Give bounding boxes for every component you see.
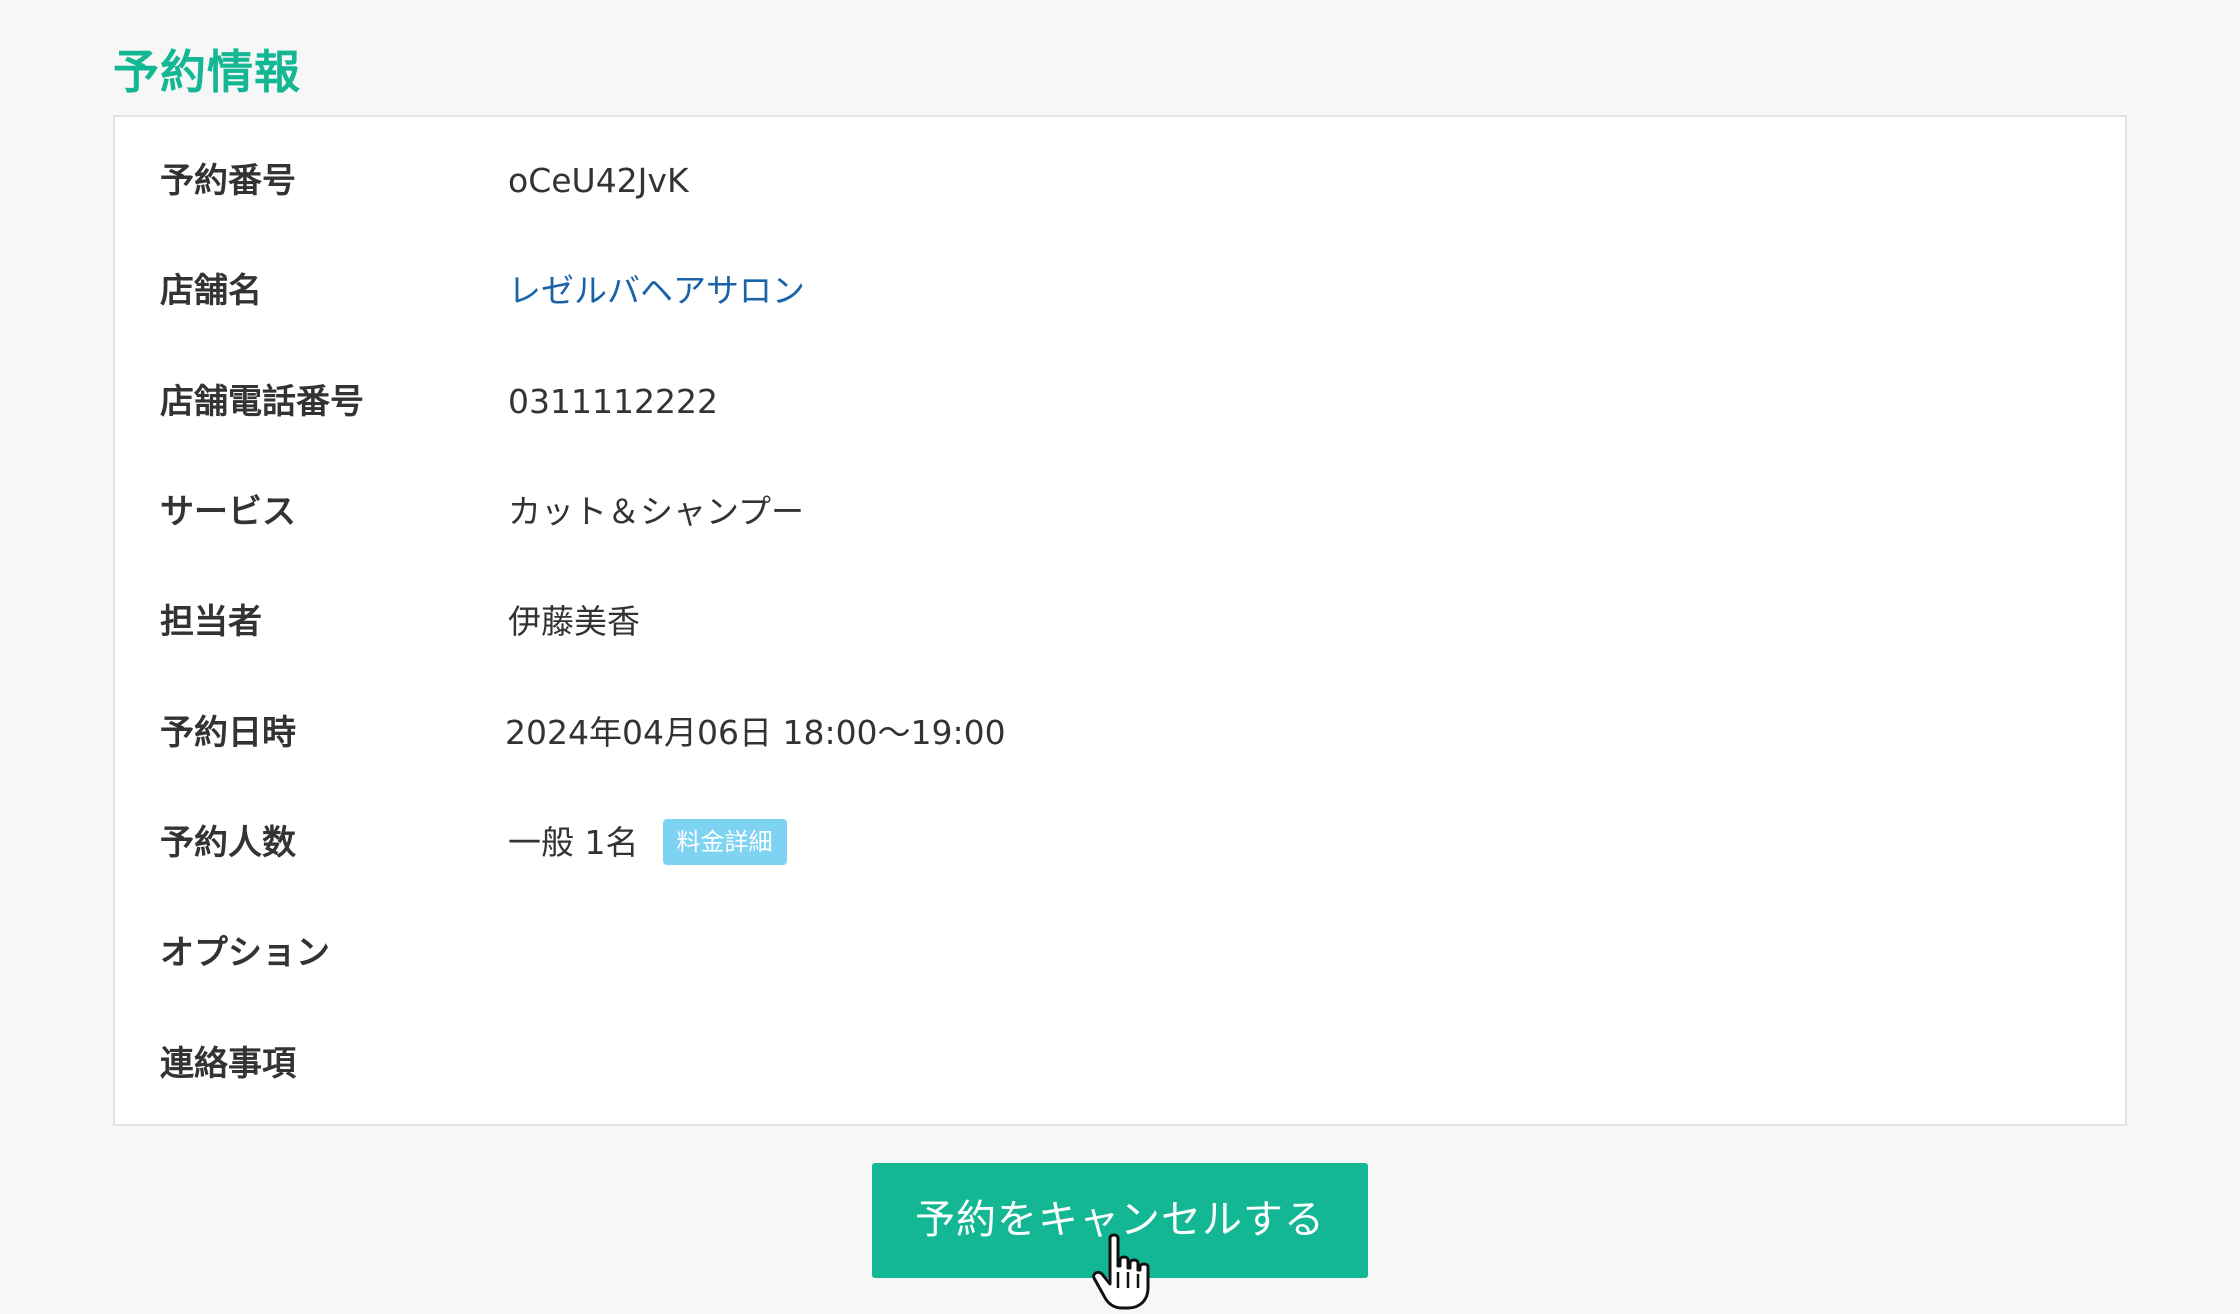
hand-pointer-icon — [1092, 1233, 1150, 1310]
party-size-text: 一般 1名 — [508, 823, 639, 862]
options-label: オプション — [160, 933, 330, 973]
service-value: カット＆シャンプー — [508, 492, 805, 531]
notes-label: 連絡事項 — [160, 1044, 296, 1084]
datetime-label: 予約日時 — [160, 713, 296, 753]
party-size-value: 一般 1名 料金詳細 — [508, 813, 787, 873]
store-name-label: 店舗名 — [160, 271, 262, 311]
price-detail-badge[interactable]: 料金詳細 — [662, 818, 787, 865]
staff-value: 伊藤美香 — [508, 602, 640, 641]
staff-label: 担当者 — [160, 602, 262, 642]
row-store-phone: 店舗電話番号 0311112222 — [115, 372, 2125, 432]
reservation-number-label: 予約番号 — [160, 161, 296, 201]
reservation-info-card: 予約番号 oCeU42JvK 店舗名 レゼルバヘアサロン 店舗電話番号 0311… — [113, 115, 2127, 1126]
row-store-name: 店舗名 レゼルバヘアサロン — [115, 261, 2125, 321]
service-label: サービス — [160, 492, 296, 532]
datetime-value: 2024年04月06日 18:00〜19:00 — [505, 713, 1006, 752]
row-notes: 連絡事項 — [115, 1034, 2125, 1094]
section-title: 予約情報 — [113, 45, 301, 99]
row-reservation-number: 予約番号 oCeU42JvK — [115, 151, 2125, 211]
row-staff: 担当者 伊藤美香 — [115, 592, 2125, 652]
row-options: オプション — [115, 923, 2125, 983]
row-party-size: 予約人数 一般 1名 料金詳細 — [115, 813, 2125, 873]
reservation-number-value: oCeU42JvK — [508, 161, 689, 200]
row-datetime: 予約日時 2024年04月06日 18:00〜19:00 — [115, 703, 2125, 763]
store-phone-value: 0311112222 — [508, 382, 718, 421]
store-phone-label: 店舗電話番号 — [160, 382, 364, 422]
party-size-label: 予約人数 — [160, 823, 296, 863]
store-name-link[interactable]: レゼルバヘアサロン — [508, 261, 805, 321]
row-service: サービス カット＆シャンプー — [115, 482, 2125, 542]
